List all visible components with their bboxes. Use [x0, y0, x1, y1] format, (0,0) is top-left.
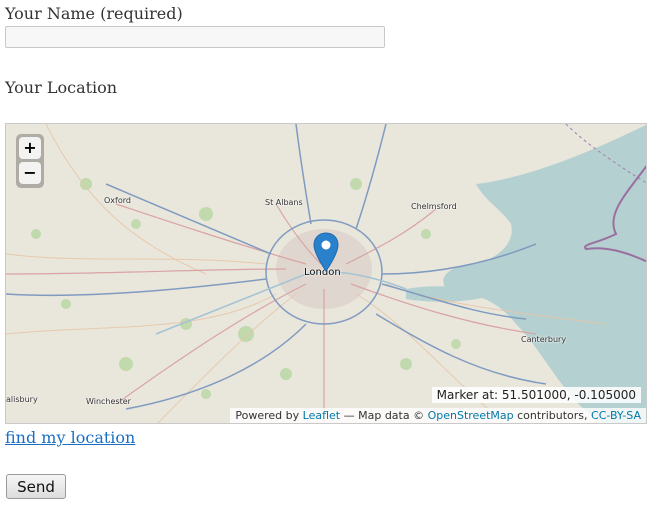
zoom-in-icon: +: [23, 138, 37, 157]
name-label: Your Name (required): [5, 4, 183, 23]
attribution-contributors: contributors,: [513, 409, 592, 422]
openstreetmap-link[interactable]: OpenStreetMap: [428, 409, 514, 422]
zoom-in-button[interactable]: +: [19, 137, 41, 159]
map-marker-icon[interactable]: [313, 232, 339, 272]
marker-coordinates: Marker at: 51.501000, -0.105000: [431, 387, 641, 403]
zoom-out-icon: −: [23, 163, 37, 182]
place-oxford: Oxford: [104, 196, 131, 205]
find-my-location-link[interactable]: find my location: [5, 428, 135, 447]
send-button[interactable]: Send: [6, 474, 66, 499]
location-label: Your Location: [5, 78, 118, 97]
zoom-out-button[interactable]: −: [19, 162, 41, 184]
map-attribution: Powered by Leaflet — Map data © OpenStre…: [230, 408, 646, 423]
place-salisbury: alisbury: [6, 395, 38, 404]
place-winchester: Winchester: [86, 397, 131, 406]
place-canterbury: Canterbury: [521, 335, 567, 344]
location-map[interactable]: + − Oxford St Albans Chelmsford London C…: [5, 123, 647, 424]
name-input[interactable]: [5, 26, 385, 48]
place-st-albans: St Albans: [265, 198, 303, 207]
place-chelmsford: Chelmsford: [411, 202, 457, 211]
attribution-map-data: — Map data ©: [340, 409, 428, 422]
leaflet-link[interactable]: Leaflet: [303, 409, 340, 422]
zoom-control: + −: [16, 134, 44, 188]
license-link[interactable]: CC-BY-SA: [591, 409, 641, 422]
attribution-powered-by: Powered by: [235, 409, 303, 422]
